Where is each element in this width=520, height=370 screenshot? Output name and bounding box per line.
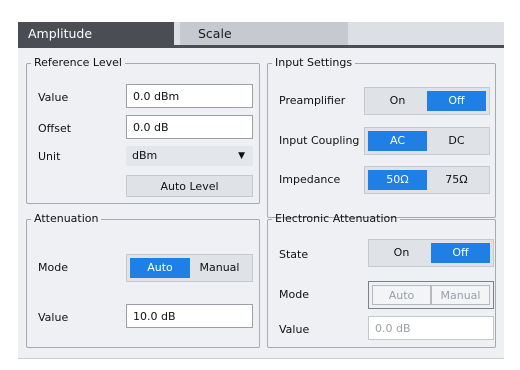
reference-value-field[interactable]: 0.0 dBm — [126, 84, 253, 108]
preamplifier-on[interactable]: On — [368, 91, 427, 111]
attenuation-mode-auto[interactable]: Auto — [130, 258, 190, 278]
preamplifier-off[interactable]: Off — [427, 91, 486, 111]
tab-underline — [18, 45, 504, 48]
attenuation-mode-label: Mode — [38, 261, 68, 274]
electronic-value-field[interactable]: 0.0 dB — [368, 316, 494, 340]
electronic-attenuation-legend: Electronic Attenuation — [275, 212, 398, 225]
preamplifier-toggle: On Off — [364, 87, 490, 115]
electronic-state-off[interactable]: Off — [431, 243, 490, 263]
tab-amplitude[interactable]: Amplitude — [18, 22, 174, 45]
impedance-75[interactable]: 75Ω — [427, 170, 486, 190]
auto-level-button[interactable]: Auto Level — [126, 175, 253, 197]
coupling-dc[interactable]: DC — [427, 131, 486, 151]
tab-scale[interactable]: Scale — [180, 22, 348, 45]
unit-value: dBm — [132, 149, 158, 162]
impedance-label: Impedance — [279, 173, 341, 186]
tab-bar: Amplitude Scale — [18, 22, 504, 45]
electronic-value-label: Value — [279, 323, 310, 336]
electronic-mode-auto[interactable]: Auto — [372, 285, 431, 305]
electronic-state-label: State — [279, 248, 309, 261]
preamplifier-label: Preamplifier — [279, 94, 346, 107]
electronic-mode-manual[interactable]: Manual — [431, 285, 490, 305]
electronic-state-toggle: On Off — [368, 239, 494, 267]
attenuation-legend: Attenuation — [34, 212, 99, 225]
input-settings-legend: Input Settings — [275, 56, 353, 69]
reference-value-label: Value — [38, 91, 69, 104]
impedance-50[interactable]: 50Ω — [368, 170, 427, 190]
caret-down-icon: ▼ — [238, 151, 245, 161]
attenuation-value-label: Value — [38, 311, 69, 324]
unit-dropdown[interactable]: dBm ▼ — [126, 146, 253, 166]
attenuation-mode-manual[interactable]: Manual — [190, 258, 249, 278]
electronic-mode-label: Mode — [279, 288, 309, 301]
attenuation-mode-toggle: Auto Manual — [126, 254, 253, 282]
amplitude-dialog: Amplitude Scale Reference Level Value 0.… — [18, 22, 504, 359]
input-coupling-label: Input Coupling — [279, 134, 360, 147]
offset-label: Offset — [38, 122, 72, 135]
coupling-ac[interactable]: AC — [368, 131, 427, 151]
offset-field[interactable]: 0.0 dB — [126, 115, 253, 139]
impedance-toggle: 50Ω 75Ω — [364, 166, 490, 194]
reference-level-legend: Reference Level — [34, 56, 122, 69]
input-coupling-toggle: AC DC — [364, 127, 490, 155]
unit-label: Unit — [38, 150, 61, 163]
electronic-mode-toggle: Auto Manual — [368, 281, 494, 309]
attenuation-value-field[interactable]: 10.0 dB — [126, 304, 253, 328]
electronic-state-on[interactable]: On — [372, 243, 431, 263]
